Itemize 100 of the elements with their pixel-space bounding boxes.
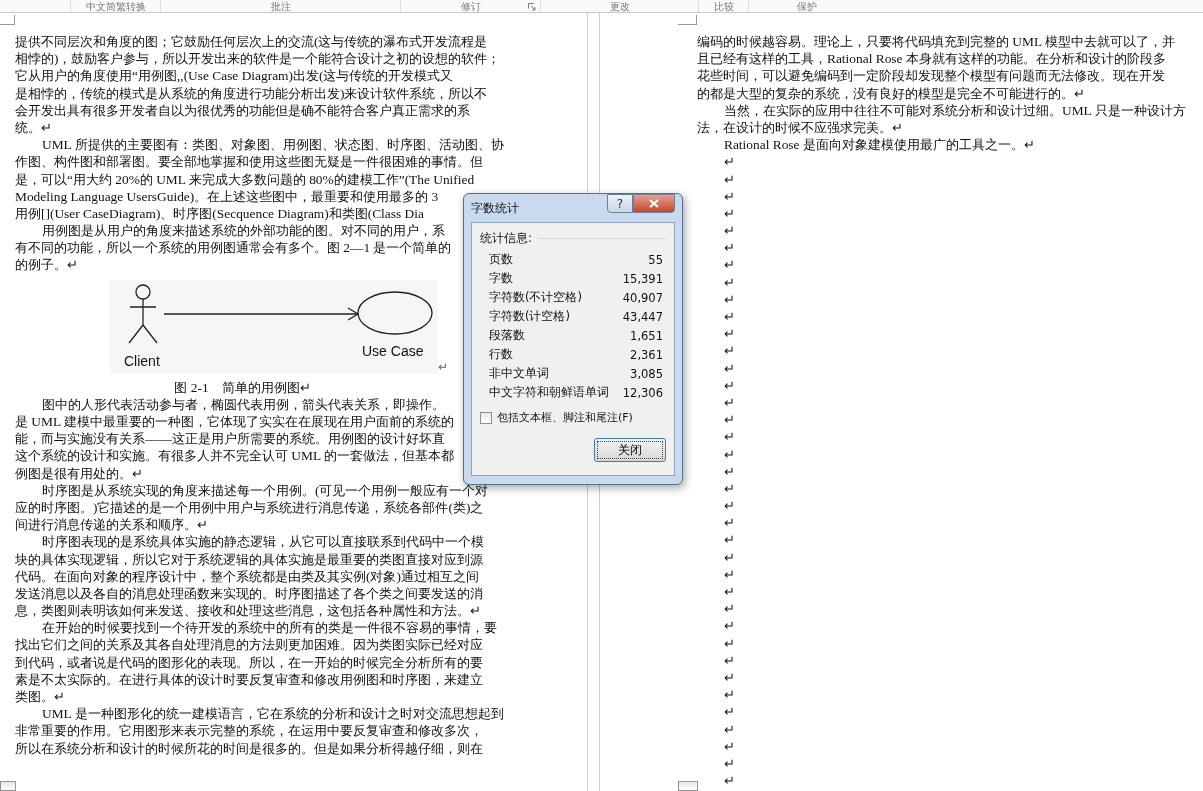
text-line: ↵ bbox=[723, 239, 735, 257]
text-line: 有不同的功能，所以一个系统的用例图通常会有多个。图 2—1 是一个简单的 bbox=[15, 239, 452, 257]
figure-caption: 图 2-1 简单的用例图↵ bbox=[174, 379, 311, 395]
ribbon-group-label: 比较 bbox=[713, 1, 734, 12]
text-line: ↵ bbox=[723, 703, 735, 721]
close-dialog-button[interactable]: 关闭 bbox=[594, 438, 666, 462]
text-line: 类图。↵ bbox=[15, 688, 65, 706]
text-line: ↵ bbox=[723, 325, 735, 343]
paragraph-mark: ↵ bbox=[438, 359, 448, 374]
stat-value: 55 bbox=[648, 252, 663, 267]
text-line: 作图、构件图和部署图。要全部地掌握和使用这些图无疑是一件很困难的事情。但 bbox=[15, 153, 483, 171]
stat-value: 43,447 bbox=[622, 309, 663, 324]
use-case-label: Use Case bbox=[362, 342, 424, 359]
text-line: ↵ bbox=[723, 411, 735, 429]
text-line: 素是不太实际的。在进行具体的设计时要反复审查和修改用例图和时序图，来建立 bbox=[15, 670, 483, 688]
text-line: ↵ bbox=[723, 308, 735, 326]
text-line: 花些时间，可以避免编码到一定阶段却发现整个模型有问题而无法修改。现在开发 bbox=[697, 67, 1165, 85]
text-line: 例图是很有用处的。↵ bbox=[15, 464, 143, 482]
text-line: 息，类图则表明该如何来发送、接收和处理这些消息，这包括各种属性和方法。↵ bbox=[15, 602, 481, 620]
text-line: 的都是大型的复杂的系统，没有良好的模型是完全不可能进行的。↵ bbox=[697, 84, 1085, 102]
text-line: ↵ bbox=[723, 583, 735, 601]
text-line: 会开发出具有很多开发者自以为很优秀的功能但是确不能符合客户真正需求的系 bbox=[15, 101, 470, 119]
text-line: 时序图是从系统实现的角度来描述每一个用例。(可见一个用例一般应有一个对 bbox=[41, 481, 489, 499]
stat-label: 段落数 bbox=[489, 328, 525, 343]
text-line: UML 是一种图形化的统一建模语言，它在系统的分析和设计之时对交流思想起到 bbox=[41, 705, 504, 723]
section-label: 统计信息: bbox=[480, 231, 532, 246]
stat-label: 行数 bbox=[489, 347, 513, 362]
text-line: 找出它们之间的关系及其各自处理消息的方法则更加困难。因为类图实际已经对应 bbox=[15, 636, 483, 654]
text-line: ↵ bbox=[723, 273, 735, 291]
help-button[interactable]: ? bbox=[607, 194, 633, 213]
text-line: 在开始的时候要找到一个待开发的系统中的所有的类是一件很不容易的事情，要 bbox=[41, 619, 497, 637]
checkbox[interactable] bbox=[480, 411, 492, 424]
text-line: UML 所提供的主要图有：类图、对象图、用例图、状态图、时序图、活动图、协 bbox=[41, 136, 504, 154]
text-line: 到代码，或者说是代码的图形化的表现。所以，在一开始的时候完全分析所有的要 bbox=[15, 653, 483, 671]
text-line: ↵ bbox=[723, 548, 735, 566]
stat-value: 3,085 bbox=[630, 366, 663, 381]
ribbon-group-label: 批注 bbox=[270, 1, 291, 12]
text-line: ↵ bbox=[723, 342, 735, 360]
text-line: ↵ bbox=[723, 634, 735, 652]
text-line: ↵ bbox=[723, 754, 735, 773]
crop-mark bbox=[678, 781, 698, 791]
text-line: ↵ bbox=[723, 617, 735, 635]
ribbon-group-label: 中文简繁转换 bbox=[85, 1, 146, 12]
text-line: Modeling Language UsersGuide)。在上述这些图中，最重要和使用最多的 3 bbox=[15, 187, 439, 205]
text-line: 图中的人形代表活动参与者，椭圆代表用例，箭头代表关系，即操作。 bbox=[41, 395, 445, 413]
close-icon bbox=[649, 199, 659, 208]
stat-label: 页数 bbox=[489, 252, 513, 267]
text-line: ↵ bbox=[723, 497, 735, 515]
stat-value: 15,391 bbox=[622, 271, 663, 286]
text-line: ↵ bbox=[723, 256, 735, 274]
text-line: 块的具体实现逻辑，所以它对于系统逻辑的具体实施是最重要的类图直接对应到源 bbox=[15, 550, 483, 568]
text-line: 这个系统的设计和实施。有很多人并不完全认可 UML 的一套做法，但基本都 bbox=[15, 447, 454, 465]
text-line: ↵ bbox=[723, 514, 735, 532]
text-line: 统。↵ bbox=[15, 118, 52, 137]
text-line: ↵ bbox=[723, 170, 735, 188]
text-line: 间进行消息传递的关系和顺序。↵ bbox=[15, 516, 208, 534]
text-line: 当然，在实际的应用中往往不可能对系统分析和设计过细。UML 只是一种设计方 bbox=[723, 101, 1186, 119]
text-line: 非常重要的作用。它用图形来表示完整的系统，在运用中要反复审查和修改多次， bbox=[15, 722, 483, 740]
dialog-title: 字数统计 bbox=[471, 201, 519, 216]
text-line: ↵ bbox=[723, 686, 735, 704]
text-line: 它从用户的角度使用“用例图,,(Use Case Diagram)出发(这与传统的开发模式又 bbox=[15, 67, 454, 85]
text-line: ↵ bbox=[723, 290, 735, 308]
close-button[interactable] bbox=[633, 194, 675, 213]
text-line: 应的时序图。)它描述的是一个用例中用户与系统进行消息传递，系统各部件(类)之 bbox=[15, 498, 484, 517]
text-line: ↵ bbox=[723, 720, 735, 738]
text-line: ↵ bbox=[723, 187, 735, 205]
text-line: ↵ bbox=[723, 737, 735, 755]
stat-label: 中文字符和朝鲜语单词 bbox=[489, 385, 609, 400]
text-line: ↵ bbox=[723, 376, 735, 394]
checkbox-label[interactable]: 包括文本框、脚注和尾注(F) bbox=[497, 410, 633, 425]
ribbon-group-label: 修订 bbox=[460, 1, 481, 12]
actor-label: Client bbox=[124, 352, 160, 369]
stick-figure-drawing bbox=[128, 284, 158, 344]
text-line: ↵ bbox=[723, 393, 735, 412]
ribbon-group-label: 更改 bbox=[609, 1, 630, 12]
crop-mark bbox=[678, 15, 697, 25]
text-line: 且已经有这样的工具，Rational Rose 本身就有这样的功能。在分析和设计的阶段多 bbox=[697, 50, 1166, 68]
dialog-launcher-icon[interactable] bbox=[528, 3, 536, 11]
text-line: ↵ bbox=[723, 772, 735, 790]
stat-value: 2,361 bbox=[630, 347, 663, 362]
text-line: 的例子。↵ bbox=[15, 256, 78, 274]
text-line: 是，可以“用大约 20%的 UML 来完成大多数问题的 80%的建模工作”(The Unified bbox=[15, 170, 475, 188]
text-line: ↵ bbox=[723, 445, 735, 463]
text-line: 编码的时候越容易。理论上，只要将代码填充到完整的 UML 模型中去就可以了，并 bbox=[697, 33, 1175, 51]
text-line: ↵ bbox=[723, 428, 735, 446]
text-line: 代码。在面向对象的程序设计中，整个系统都是由类及其实例(对象)通过相互之间 bbox=[15, 567, 479, 585]
text-line: ↵ bbox=[723, 153, 735, 171]
text-line: ↵ bbox=[723, 479, 735, 498]
text-line: 用例图是从用户的角度来描述系统的外部功能的图。对不同的用户，系 bbox=[41, 222, 445, 240]
text-line: ↵ bbox=[723, 531, 735, 549]
text-line: ↵ bbox=[723, 600, 735, 618]
stat-label: 非中文单词 bbox=[489, 366, 549, 381]
text-line: ↵ bbox=[723, 668, 735, 687]
text-line: ↵ bbox=[723, 651, 735, 669]
text-line: ↵ bbox=[723, 359, 735, 377]
text-line: ↵ bbox=[723, 222, 735, 240]
stat-value: 40,907 bbox=[622, 290, 663, 305]
stat-label: 字符数(不计空格) bbox=[489, 290, 582, 305]
crop-mark bbox=[0, 15, 15, 25]
text-line: 相悖的)，鼓励客户参与，所以开发出来的软件是一个能符合设计之初的设想的软件； bbox=[15, 50, 501, 68]
